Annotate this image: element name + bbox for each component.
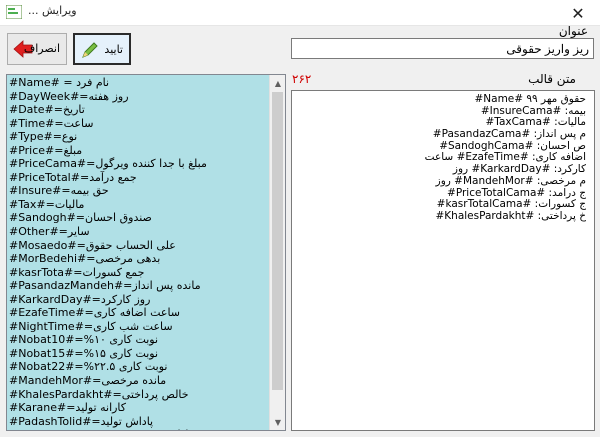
template-line: ج درامد: #PriceTotalCama# [447,187,586,199]
scroll-up-icon[interactable]: ▲ [270,75,285,91]
pencil-icon [82,42,98,58]
variable-list-item[interactable]: #KarkardDay#=روز کارکرد [9,293,271,307]
variable-list-item[interactable]: #Nobat15#=%نوبت کاری ۱۵ [9,347,271,361]
variable-list-item[interactable]: #Karane#=کارانه تولید [9,401,271,415]
variable-list-item[interactable]: #Insure#=حق بیمه [9,184,271,198]
confirm-label: تایید [104,43,123,56]
variable-list-item[interactable]: #Sandogh#=صندوق احسان [9,211,271,225]
scroll-down-icon[interactable]: ▼ [270,414,285,430]
variable-list-item[interactable]: #Mosaedo#=علی الحساب حقوق [9,239,271,253]
template-line: خ پرداختی: #KhalesPardakht# [435,210,586,222]
variable-list-item[interactable]: #Date#=تاریخ [9,103,271,117]
variable-list-item[interactable]: #Type#=نوع [9,130,271,144]
variable-list-item[interactable]: #MandehMor#=مانده مرخصی [9,374,271,388]
confirm-button[interactable]: تایید [73,33,131,65]
variable-list-item[interactable]: #Other#=سایر [9,225,271,239]
template-line: م پس انداز: #PasandazCama# [432,129,586,141]
window-title: ویرایش ... [28,4,77,17]
template-text-editor[interactable]: حقوق مهر ۹۹ #Name# بیمه: #InsureCama# مالی… [291,90,595,431]
variable-list-item[interactable]: #DayWeek#=روز هفته [9,90,271,104]
template-text-lines: حقوق مهر ۹۹ #Name# بیمه: #InsureCama# مالی… [306,94,586,223]
template-text-label: متن قالب [528,72,576,86]
close-button[interactable]: ✕ [556,0,600,26]
title-field-label: عنوان [558,24,588,38]
variables-scrollbar[interactable]: ▲ ▼ [269,75,285,430]
variable-list-item[interactable]: #PasandazMandeh#=مانده پس انداز [9,279,271,293]
app-icon [6,5,22,19]
template-line: مالیات: #TaxCama# [485,117,586,129]
title-input[interactable] [291,38,594,59]
template-line: حقوق مهر ۹۹ #Name# [474,94,586,105]
variable-list-item[interactable]: #KhalesPardakht#=خالص پرداختی [9,388,271,402]
variable-list-item[interactable]: #Name# = نام فرد [9,76,271,90]
variable-list-item[interactable]: #Tax#=مالیات [9,198,271,212]
cancel-label: انصراف [23,42,60,55]
template-line: م مرخصی: #MandehMor# روز [435,175,586,187]
template-line: ج کسورات: #kasrTotalCama# [436,199,586,211]
title-bar: ویرایش ... ✕ [0,0,600,26]
char-count: ۲۶۲ [292,72,312,86]
variable-list-item[interactable]: #kasrTota#=جمع کسورات [9,266,271,280]
variable-list-item[interactable]: #Nobat10#=%نوبت کاری ۱۰ [9,333,271,347]
variable-list-item[interactable]: #MorBedehi#=بدهی مرخصی [9,252,271,266]
template-line: اضافه کاری: #EzafeTime# ساعت [424,152,586,164]
variable-list-item[interactable]: #PriceCama#=مبلغ با جدا کننده ویرگول [9,157,271,171]
variable-list-item[interactable]: #Nobat22#=%نوبت کاری ۲۲.۵ [9,360,271,374]
variable-list-item[interactable]: #EzafeTime#=ساعت اضافه کاری [9,306,271,320]
variable-list-item[interactable]: #PadashManager#=پاداش مدیریتی [9,428,271,430]
variable-list-item[interactable]: #PriceTotal#=جمع درآمد [9,171,271,185]
variable-list-item[interactable]: #Price#=مبلغ [9,144,271,158]
scrollbar-thumb[interactable] [272,92,283,390]
variable-list-item[interactable]: #NightTime#=ساعت شب کاری [9,320,271,334]
cancel-button[interactable]: انصراف [7,33,67,65]
close-icon: ✕ [571,3,585,23]
variables-list-items: #Name# = نام فرد #DayWeek#=روز هفته #Date#… [9,76,271,430]
variable-list-item[interactable]: #Time#=ساعت [9,117,271,131]
template-line: کارکرد: #KarkardDay# روز [452,164,586,176]
template-line: ص احسان: #SandoghCama# [439,140,586,152]
template-line: بیمه: #InsureCama# [480,105,586,117]
variable-list-item[interactable]: #PadashTolid#=پاداش تولید [9,415,271,429]
variables-list[interactable]: #Name# = نام فرد #DayWeek#=روز هفته #Date#… [6,74,286,431]
edit-template-window: ویرایش ... ✕ تایید انصراف عنوان متن قالب… [0,0,600,437]
